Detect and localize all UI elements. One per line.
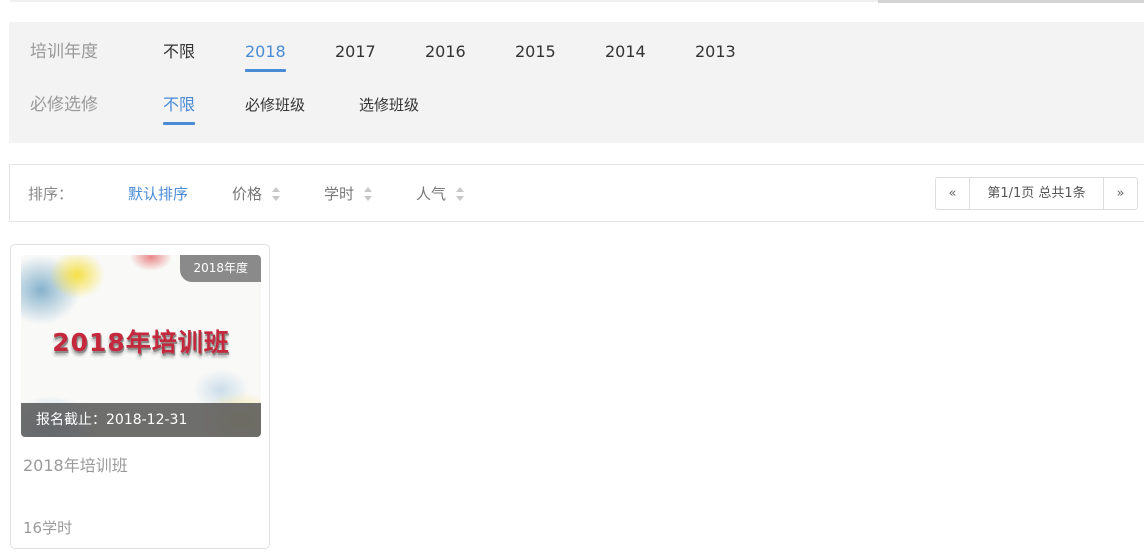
course-card[interactable]: 2018年培训班 2018年度 报名截止：2018-12-31 2018年培训班… <box>10 244 270 549</box>
sort-default[interactable]: 默认排序 <box>128 183 188 204</box>
course-thumbnail[interactable]: 2018年培训班 2018年度 报名截止：2018-12-31 <box>21 255 261 437</box>
sort-price[interactable]: 价格 <box>232 183 281 204</box>
course-title[interactable]: 2018年培训班 <box>23 452 128 476</box>
sort-hours[interactable]: 学时 <box>324 183 373 204</box>
sort-bar: 排序： 默认排序 价格 学时 人气 « 第1/1页 总共1条 » <box>9 164 1144 222</box>
year-option-2013[interactable]: 2013 <box>695 37 736 67</box>
year-option-2015[interactable]: 2015 <box>515 37 556 67</box>
next-page-button[interactable]: » <box>1104 178 1137 209</box>
type-option-elective[interactable]: 选修班级 <box>359 90 419 120</box>
filter-panel: 培训年度 不限 2018 2017 2016 2015 2014 2013 必修… <box>9 22 1144 143</box>
type-filter-label: 必修选修 <box>30 95 98 115</box>
sort-label: 排序： <box>28 185 74 203</box>
year-filter-label: 培训年度 <box>30 42 98 62</box>
year-option-2016[interactable]: 2016 <box>425 37 466 67</box>
year-option-2018[interactable]: 2018 <box>245 37 286 72</box>
sort-popularity[interactable]: 人气 <box>416 183 465 204</box>
type-option-required[interactable]: 必修班级 <box>245 90 305 120</box>
sort-caret-icon <box>456 187 465 201</box>
top-divider-accent <box>878 0 1144 3</box>
sort-caret-icon <box>364 187 373 201</box>
page-info: 第1/1页 总共1条 <box>969 178 1104 209</box>
enrollment-deadline: 报名截止：2018-12-31 <box>21 403 261 437</box>
thumbnail-title: 2018年培训班 <box>52 328 230 357</box>
sort-price-label: 价格 <box>232 185 263 203</box>
prev-page-button[interactable]: « <box>936 178 969 209</box>
sort-caret-icon <box>272 187 281 201</box>
pagination: « 第1/1页 总共1条 » <box>935 177 1138 210</box>
year-option-2014[interactable]: 2014 <box>605 37 646 67</box>
type-filter-row: 必修选修 不限 必修班级 选修班级 <box>9 90 1144 125</box>
course-hours: 16学时 <box>23 519 73 537</box>
top-divider <box>10 0 878 2</box>
year-filter-row: 培训年度 不限 2018 2017 2016 2015 2014 2013 <box>9 37 1144 72</box>
type-option-unlimited[interactable]: 不限 <box>163 90 196 125</box>
sort-popularity-label: 人气 <box>416 185 447 203</box>
sort-hours-label: 学时 <box>324 185 355 203</box>
year-option-unlimited[interactable]: 不限 <box>163 37 195 67</box>
year-option-2017[interactable]: 2017 <box>335 37 376 67</box>
year-badge: 2018年度 <box>180 255 261 282</box>
